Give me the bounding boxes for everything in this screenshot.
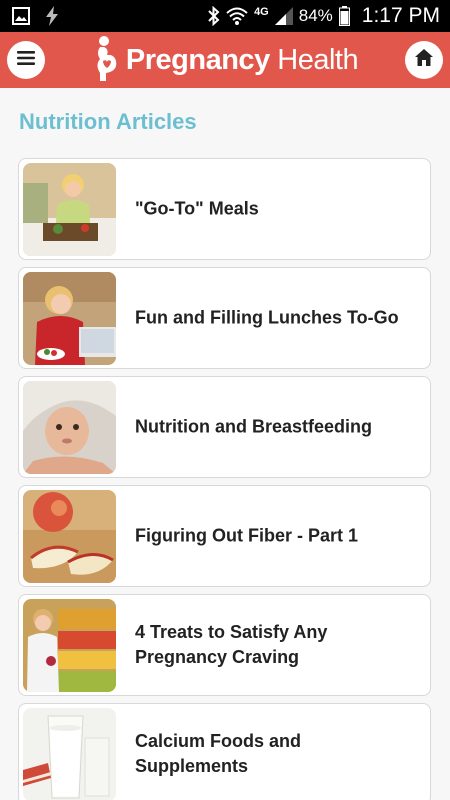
status-bar: 4G 84% 1:17 PM (0, 0, 450, 32)
article-card[interactable]: Figuring Out Fiber - Part 1 (18, 485, 431, 587)
article-title: Figuring Out Fiber - Part 1 (135, 525, 359, 546)
flash-notification-icon (44, 6, 60, 26)
article-card[interactable]: Calcium Foods and Supplements (18, 703, 431, 800)
home-button[interactable] (405, 41, 443, 79)
battery-percent: 84% (298, 6, 333, 25)
article-thumbnail (23, 490, 116, 583)
section-title: Nutrition Articles (19, 109, 197, 134)
article-title: 4 Treats to Satisfy Any Pregnancy Cravin… (135, 622, 328, 667)
app-header: Pregnancy Health (0, 32, 450, 88)
app-title: Pregnancy Health (125, 43, 359, 76)
article-thumbnail (23, 272, 116, 365)
article-thumbnail (23, 381, 116, 474)
app-brand: Pregnancy Health (92, 35, 359, 86)
article-card[interactable]: "Go-To" Meals (18, 158, 431, 260)
menu-button[interactable] (7, 41, 45, 79)
hamburger-menu-icon (17, 50, 35, 70)
home-icon (415, 49, 433, 71)
article-title: Fun and Filling Lunches To-Go (135, 307, 399, 328)
article-card[interactable]: 4 Treats to Satisfy Any Pregnancy Cravin… (18, 594, 431, 696)
article-thumbnail (23, 599, 116, 692)
article-title: Calcium Foods and Supplements (135, 731, 302, 776)
status-time: 1:17 PM (361, 4, 440, 27)
network-type: 4G (254, 6, 269, 18)
bluetooth-icon (208, 6, 220, 26)
wifi-icon (226, 7, 248, 25)
gallery-notification-icon (12, 7, 30, 25)
article-thumbnail (23, 708, 116, 800)
article-list: "Go-To" Meals Fun and Filling Lunches To… (18, 158, 431, 800)
content-area[interactable]: Nutrition Articles "Go-To" Meals Fun and… (0, 88, 450, 800)
battery-icon (338, 6, 350, 26)
article-title: Nutrition and Breastfeeding (135, 416, 373, 437)
article-card[interactable]: Fun and Filling Lunches To-Go (18, 267, 431, 369)
signal-strength-icon (274, 7, 293, 25)
article-card[interactable]: Nutrition and Breastfeeding (18, 376, 431, 478)
article-title: "Go-To" Meals (135, 198, 259, 219)
pregnant-woman-logo-icon (92, 35, 122, 86)
article-thumbnail (23, 163, 116, 256)
